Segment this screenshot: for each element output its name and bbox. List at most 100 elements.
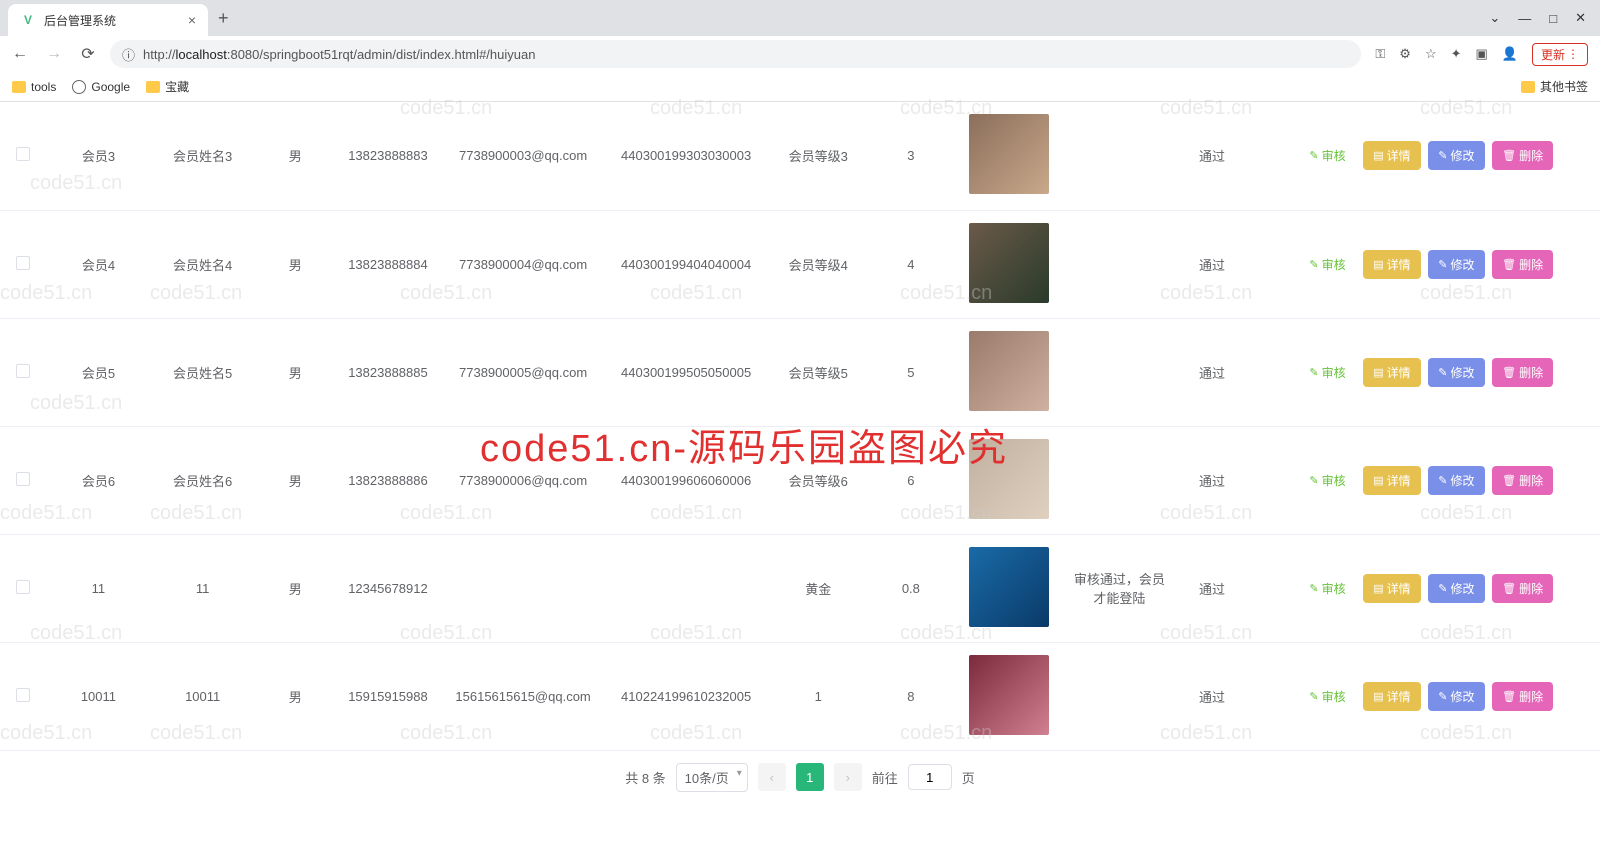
row-checkbox[interactable] [16, 580, 30, 594]
page-size-select[interactable]: 10条/页 [676, 763, 748, 792]
bookmark-google[interactable]: Google [72, 80, 130, 94]
bookmark-label: 宝藏 [165, 78, 189, 95]
review-button[interactable]: ✎审核 [1299, 141, 1355, 170]
review-button[interactable]: ✎审核 [1299, 574, 1355, 603]
window-close-icon[interactable]: ✕ [1575, 10, 1586, 26]
btn-label: 详情 [1387, 580, 1411, 597]
nav-reload-button[interactable]: ⟳ [76, 44, 100, 64]
edit-button[interactable]: ✎修改 [1428, 466, 1484, 495]
side-panel-icon[interactable]: ▣ [1476, 46, 1488, 62]
cell-gender: 男 [255, 426, 336, 534]
cell-username: 会员5 [46, 318, 150, 426]
edit-button[interactable]: ✎修改 [1428, 141, 1484, 170]
edit-button[interactable]: ✎ 修改 [1428, 574, 1484, 603]
detail-button[interactable]: ▤详情 [1363, 682, 1420, 711]
cell-phone: 12345678912 [336, 534, 440, 642]
other-bookmarks[interactable]: 其他书签 [1521, 78, 1588, 95]
pagination-next-button[interactable]: › [834, 763, 862, 791]
goto-page-input[interactable] [908, 764, 952, 790]
browser-update-button[interactable]: 更新 ⋮ [1532, 43, 1588, 66]
url-field[interactable]: ⓘ http://localhost:8080/springboot51rqt/… [110, 40, 1361, 68]
btn-label: 删除 [1519, 580, 1543, 597]
detail-button[interactable]: ▤详情 [1363, 141, 1420, 170]
btn-label: 删除 [1519, 688, 1543, 705]
cell-email: 7738900006@qq.com [440, 426, 606, 534]
detail-button[interactable]: ▤详情 [1363, 358, 1420, 387]
toolbar-icons: ⚿ ⚙ ☆ ✦ ▣ 👤 更新 ⋮ [1371, 43, 1592, 66]
trash-icon: 🗑 [1502, 366, 1516, 379]
new-tab-button[interactable]: + [208, 8, 239, 29]
review-button[interactable]: ✎审核 [1299, 682, 1355, 711]
bookmark-star-icon[interactable]: ☆ [1425, 46, 1437, 62]
review-button[interactable]: ✎审核 [1299, 358, 1355, 387]
trash-icon: 🗑 [1502, 149, 1516, 162]
delete-button[interactable]: 🗑删除 [1492, 466, 1553, 495]
delete-button[interactable]: 🗑删除 [1492, 574, 1553, 603]
url-prefix: http:// [143, 47, 176, 62]
pencil-icon: ✎ [1438, 582, 1447, 595]
site-info-icon[interactable]: ⓘ [122, 45, 135, 64]
tab-close-icon[interactable]: × [188, 12, 196, 28]
bookmark-tools[interactable]: tools [12, 80, 56, 94]
key-icon[interactable]: ⚿ [1375, 46, 1385, 62]
cell-remark [1067, 102, 1171, 210]
edit-button[interactable]: ✎修改 [1428, 250, 1484, 279]
pencil-icon: ✎ [1438, 366, 1447, 379]
bookmark-treasure[interactable]: 宝藏 [146, 78, 189, 95]
cell-idcard [606, 534, 766, 642]
window-minimize-icon[interactable]: — [1518, 11, 1531, 26]
nav-back-button[interactable]: ← [8, 45, 32, 63]
avatar-image [969, 547, 1049, 627]
btn-label: 详情 [1387, 688, 1411, 705]
extensions-icon[interactable]: ✦ [1451, 46, 1462, 62]
cell-username: 11 [46, 534, 150, 642]
cell-level: 会员等级6 [766, 426, 870, 534]
folder-icon [1521, 81, 1535, 93]
delete-button[interactable]: 🗑删除 [1492, 358, 1553, 387]
btn-label: 详情 [1387, 364, 1411, 381]
bookmark-bar: tools Google 宝藏 其他书签 [0, 72, 1600, 102]
btn-label: 修改 [1451, 580, 1475, 597]
pagination-page-1[interactable]: 1 [796, 763, 824, 791]
nav-forward-button[interactable]: → [42, 45, 66, 63]
cell-name: 11 [151, 534, 255, 642]
pagination-prev-button[interactable]: ‹ [758, 763, 786, 791]
delete-button[interactable]: 🗑删除 [1492, 141, 1553, 170]
cell-actions: ✎审核 ▤详情 ✎ 修改 🗑删除 [1253, 318, 1600, 426]
row-checkbox[interactable] [16, 472, 30, 486]
delete-button[interactable]: 🗑删除 [1492, 250, 1553, 279]
btn-label: 修改 [1451, 688, 1475, 705]
browser-tab[interactable]: V 后台管理系统 × [8, 4, 208, 36]
edit-icon: ✎ [1309, 690, 1318, 703]
delete-button[interactable]: 🗑删除 [1492, 682, 1553, 711]
detail-button[interactable]: ▤详情 [1363, 250, 1420, 279]
btn-label: 详情 [1387, 256, 1411, 273]
detail-button[interactable]: ▤ 详情 [1363, 574, 1420, 603]
row-checkbox[interactable] [16, 364, 30, 378]
cell-idcard: 440300199303030003 [606, 102, 766, 210]
row-checkbox[interactable] [16, 256, 30, 270]
cell-actions: ✎审核 ▤详情 ✎ 修改 🗑删除 [1253, 642, 1600, 750]
url-host: localhost [176, 47, 227, 62]
edit-button[interactable]: ✎ 修改 [1428, 358, 1484, 387]
btn-label: 修改 [1451, 364, 1475, 381]
avatar-image [969, 655, 1049, 735]
profile-icon[interactable]: 👤 [1502, 46, 1518, 62]
row-checkbox[interactable] [16, 688, 30, 702]
cell-level: 会员等级5 [766, 318, 870, 426]
translate-icon[interactable]: ⚙ [1399, 46, 1411, 62]
doc-icon: ▤ [1373, 474, 1383, 487]
cell-discount: 4 [870, 210, 951, 318]
cell-email [440, 534, 606, 642]
detail-button[interactable]: ▤详情 [1363, 466, 1420, 495]
window-chevron-icon[interactable]: ⌄ [1489, 10, 1500, 26]
doc-icon: ▤ [1373, 582, 1383, 595]
edit-button[interactable]: ✎ 修改 [1428, 682, 1484, 711]
review-button[interactable]: ✎审核 [1299, 466, 1355, 495]
cell-actions: ✎审核 ▤ 详情 ✎ 修改 🗑删除 [1253, 534, 1600, 642]
review-button[interactable]: ✎审核 [1299, 250, 1355, 279]
pencil-icon: ✎ [1438, 690, 1447, 703]
row-checkbox[interactable] [16, 147, 30, 161]
window-maximize-icon[interactable]: □ [1549, 11, 1557, 26]
cell-remark [1067, 210, 1171, 318]
